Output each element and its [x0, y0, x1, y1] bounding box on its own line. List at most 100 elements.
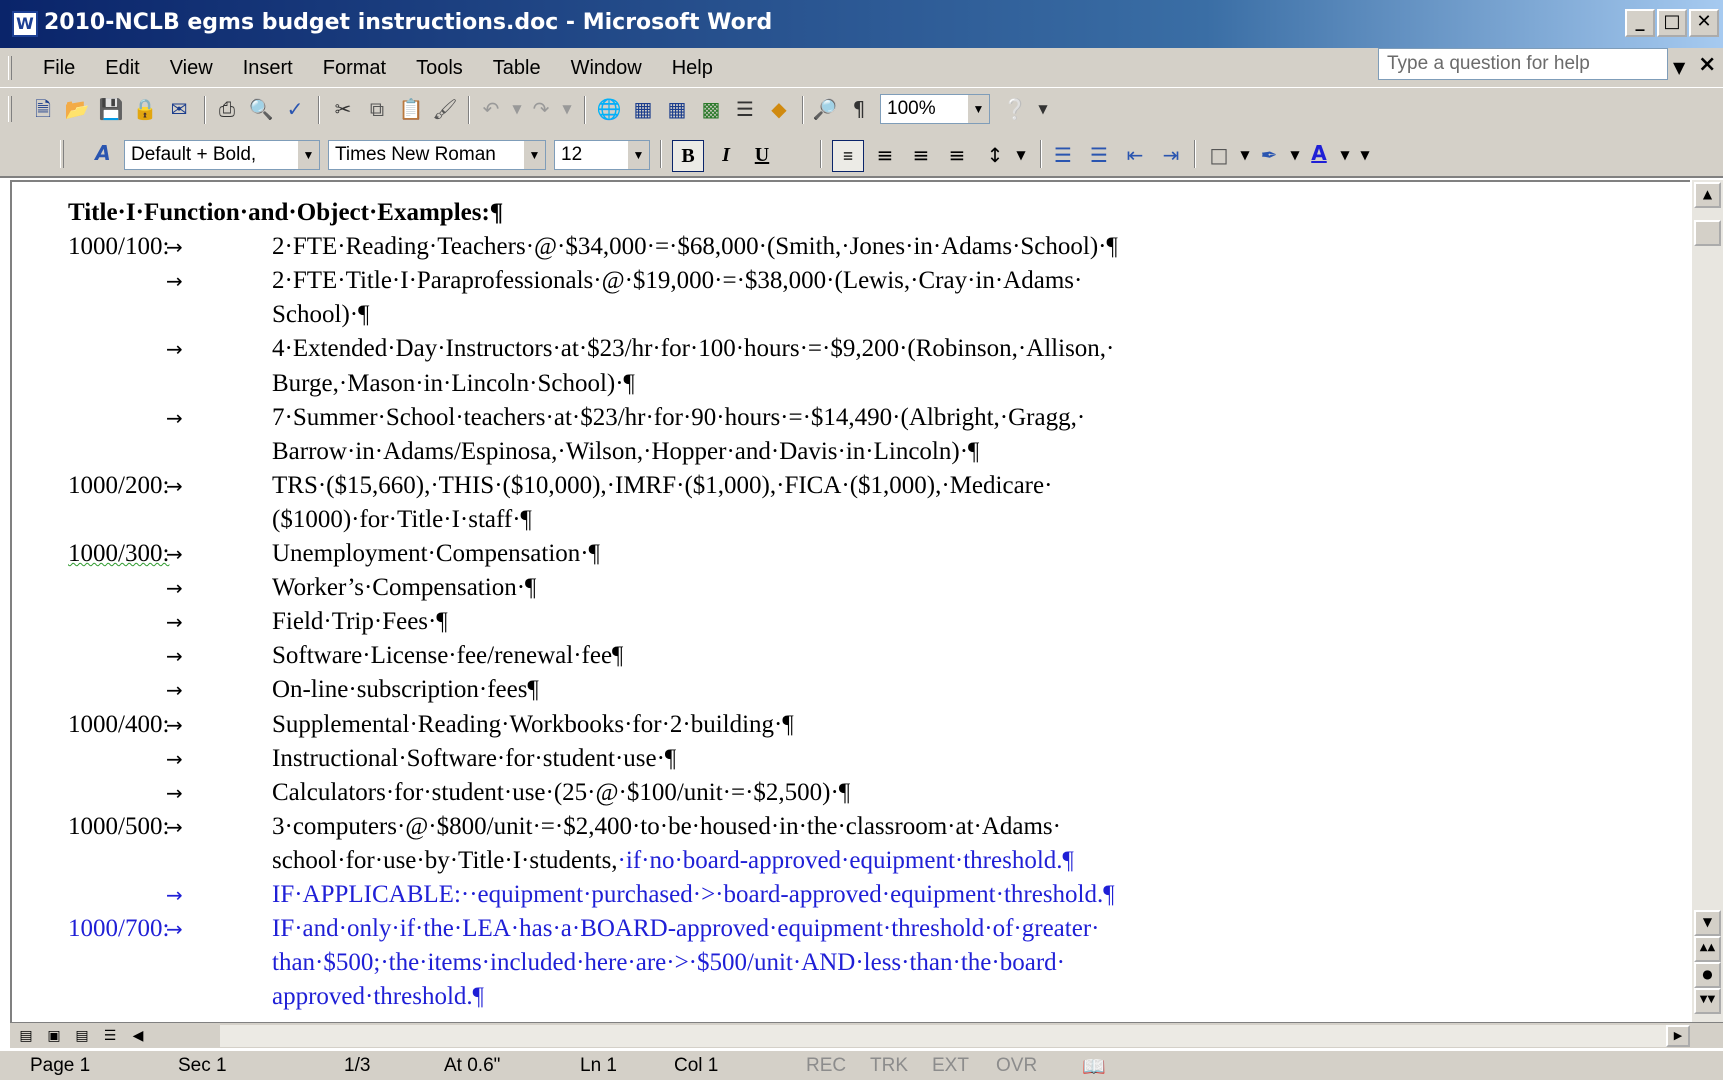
permission-icon[interactable]: 🔒: [132, 96, 158, 122]
show-hide-paragraph-icon[interactable]: ¶: [846, 96, 872, 122]
highlight-icon[interactable]: ✒: [1256, 142, 1282, 168]
decrease-indent-icon[interactable]: ⇤: [1122, 142, 1148, 168]
close-button[interactable]: ✕: [1689, 9, 1719, 37]
close-document-icon[interactable]: ×: [1698, 52, 1716, 77]
word-app-icon[interactable]: W: [12, 11, 38, 37]
numbering-icon[interactable]: ☰: [1050, 142, 1076, 168]
help-dropdown-icon[interactable]: ▼: [1673, 58, 1685, 77]
status-ext[interactable]: EXT: [932, 1055, 969, 1077]
line-text: Instructional·Software·for·student·use·¶: [272, 744, 677, 772]
toolbar-options-icon[interactable]: ▼: [1030, 96, 1056, 122]
horizontal-scrollbar[interactable]: ◀ ▶: [220, 1025, 1690, 1047]
menu-help[interactable]: Help: [657, 54, 728, 82]
normal-view-icon[interactable]: ▤: [14, 1025, 38, 1047]
increase-indent-icon[interactable]: ⇥: [1158, 142, 1184, 168]
menu-format[interactable]: Format: [308, 54, 401, 82]
line-text: ($1000)·for·Title·I·staff·¶: [272, 505, 532, 533]
scroll-right-icon[interactable]: ▶: [1666, 1025, 1690, 1047]
spelling-icon[interactable]: ✓: [282, 96, 308, 122]
redo-icon[interactable]: ↷: [528, 96, 554, 122]
columns-icon[interactable]: ☰: [732, 96, 758, 122]
menu-edit[interactable]: Edit: [90, 54, 154, 82]
line-text-container: Barrow·in·Adams/Espinosa,·Wilson,·Hopper…: [272, 435, 979, 469]
menu-tools[interactable]: Tools: [401, 54, 478, 82]
menu-view[interactable]: View: [155, 54, 228, 82]
font-size-combo[interactable]: 12 ▼: [554, 140, 650, 170]
insert-hyperlink-icon[interactable]: 🌐: [596, 96, 622, 122]
paste-icon[interactable]: 📋: [398, 96, 424, 122]
save-icon[interactable]: 💾: [98, 96, 124, 122]
font-color-icon[interactable]: A: [1306, 140, 1332, 166]
scroll-down-icon[interactable]: ▼: [1694, 910, 1721, 936]
font-dropdown-icon[interactable]: ▼: [523, 141, 545, 169]
scroll-up-icon[interactable]: ▲: [1694, 182, 1721, 208]
style-dropdown-icon[interactable]: ▼: [297, 141, 319, 169]
line-text-container: 7·Summer·School·teachers·at·$23/hr·for·9…: [272, 401, 1085, 435]
copy-icon[interactable]: ⧉: [364, 96, 390, 122]
next-page-icon[interactable]: ▼▼: [1694, 988, 1721, 1014]
line-text-container: than·$500;·the·items·included·here·are·>…: [272, 946, 1065, 980]
status-trk[interactable]: TRK: [870, 1055, 908, 1077]
menu-table[interactable]: Table: [478, 54, 556, 82]
research-icon[interactable]: ✉: [166, 96, 192, 122]
justify-icon[interactable]: ≡: [944, 142, 970, 168]
toolbar-grip[interactable]: [60, 140, 64, 168]
status-rec[interactable]: REC: [806, 1055, 846, 1077]
italic-button[interactable]: I: [710, 140, 742, 172]
zoom-combo[interactable]: 100% ▼: [880, 94, 990, 124]
tab-arrow-icon: →: [166, 917, 183, 942]
align-center-icon[interactable]: ≡: [872, 142, 898, 168]
scroll-thumb[interactable]: [1694, 220, 1721, 246]
style-combo[interactable]: Default + Bold, ▼: [124, 140, 320, 170]
align-right-icon[interactable]: ≡: [908, 142, 934, 168]
maximize-button[interactable]: □: [1657, 9, 1687, 37]
redo-dropdown-icon[interactable]: ▼: [554, 96, 580, 122]
document-map-icon[interactable]: 🔎: [812, 96, 838, 122]
help-icon[interactable]: ❔: [1002, 96, 1028, 122]
insert-table-icon[interactable]: ▦: [664, 96, 690, 122]
outline-view-icon[interactable]: ☰: [98, 1025, 122, 1047]
print-layout-icon[interactable]: ▤: [70, 1025, 94, 1047]
borders-icon[interactable]: □: [1206, 142, 1232, 168]
menu-file[interactable]: File: [28, 54, 90, 82]
tables-borders-icon[interactable]: ▦: [630, 96, 656, 122]
reading-layout-icon[interactable]: ◀: [126, 1025, 150, 1047]
line-text-container: 3·computers·@·$800/unit·=·$2,400·to·be·h…: [272, 810, 1061, 844]
borders-dropdown-icon[interactable]: ▼: [1232, 142, 1258, 168]
bold-button[interactable]: B: [672, 140, 704, 172]
print-icon[interactable]: ⎙: [214, 96, 240, 122]
previous-page-icon[interactable]: ▲▲: [1694, 936, 1721, 962]
drawing-icon[interactable]: ◆: [766, 96, 792, 122]
menu-window[interactable]: Window: [556, 54, 657, 82]
font-combo[interactable]: Times New Roman ▼: [328, 140, 546, 170]
status-ovr[interactable]: OVR: [996, 1055, 1037, 1077]
zoom-dropdown-icon[interactable]: ▼: [967, 95, 989, 123]
open-folder-icon[interactable]: 📂: [64, 96, 90, 122]
line-text: 4·Extended·Day·Instructors·at·$23/hr·for…: [272, 335, 1115, 363]
new-document-icon[interactable]: 🗎: [30, 96, 56, 122]
highlight-dropdown-icon[interactable]: ▼: [1282, 142, 1308, 168]
font-size-dropdown-icon[interactable]: ▼: [627, 141, 649, 169]
toolbar-options-icon[interactable]: ▼: [1352, 142, 1378, 168]
menu-insert[interactable]: Insert: [228, 54, 308, 82]
print-preview-icon[interactable]: 🔍: [248, 96, 274, 122]
web-layout-icon[interactable]: ▣: [42, 1025, 66, 1047]
line-spacing-dropdown-icon[interactable]: ▼: [1008, 142, 1034, 168]
bullets-icon[interactable]: ☰: [1086, 142, 1112, 168]
line-spacing-icon[interactable]: ↕: [982, 142, 1008, 168]
undo-icon[interactable]: ↶: [478, 96, 504, 122]
help-question-input[interactable]: Type a question for help: [1378, 48, 1668, 80]
vertical-scrollbar[interactable]: ▲ ▼ ▲▲ ● ▼▼: [1692, 180, 1723, 1022]
toolbar-grip[interactable]: [8, 96, 12, 122]
insert-excel-icon[interactable]: ▩: [698, 96, 724, 122]
underline-button[interactable]: U: [746, 140, 778, 172]
format-painter-icon[interactable]: 🖌: [432, 96, 458, 122]
minimize-button[interactable]: _: [1625, 9, 1655, 37]
spelling-status-icon[interactable]: 📖: [1082, 1055, 1106, 1079]
cut-icon[interactable]: ✂: [330, 96, 356, 122]
undo-dropdown-icon[interactable]: ▼: [504, 96, 530, 122]
menubar-grip[interactable]: [8, 56, 12, 80]
styles-formatting-icon[interactable]: A: [90, 140, 116, 166]
align-left-icon[interactable]: ≡: [832, 140, 864, 172]
select-browse-object-icon[interactable]: ●: [1694, 962, 1721, 988]
